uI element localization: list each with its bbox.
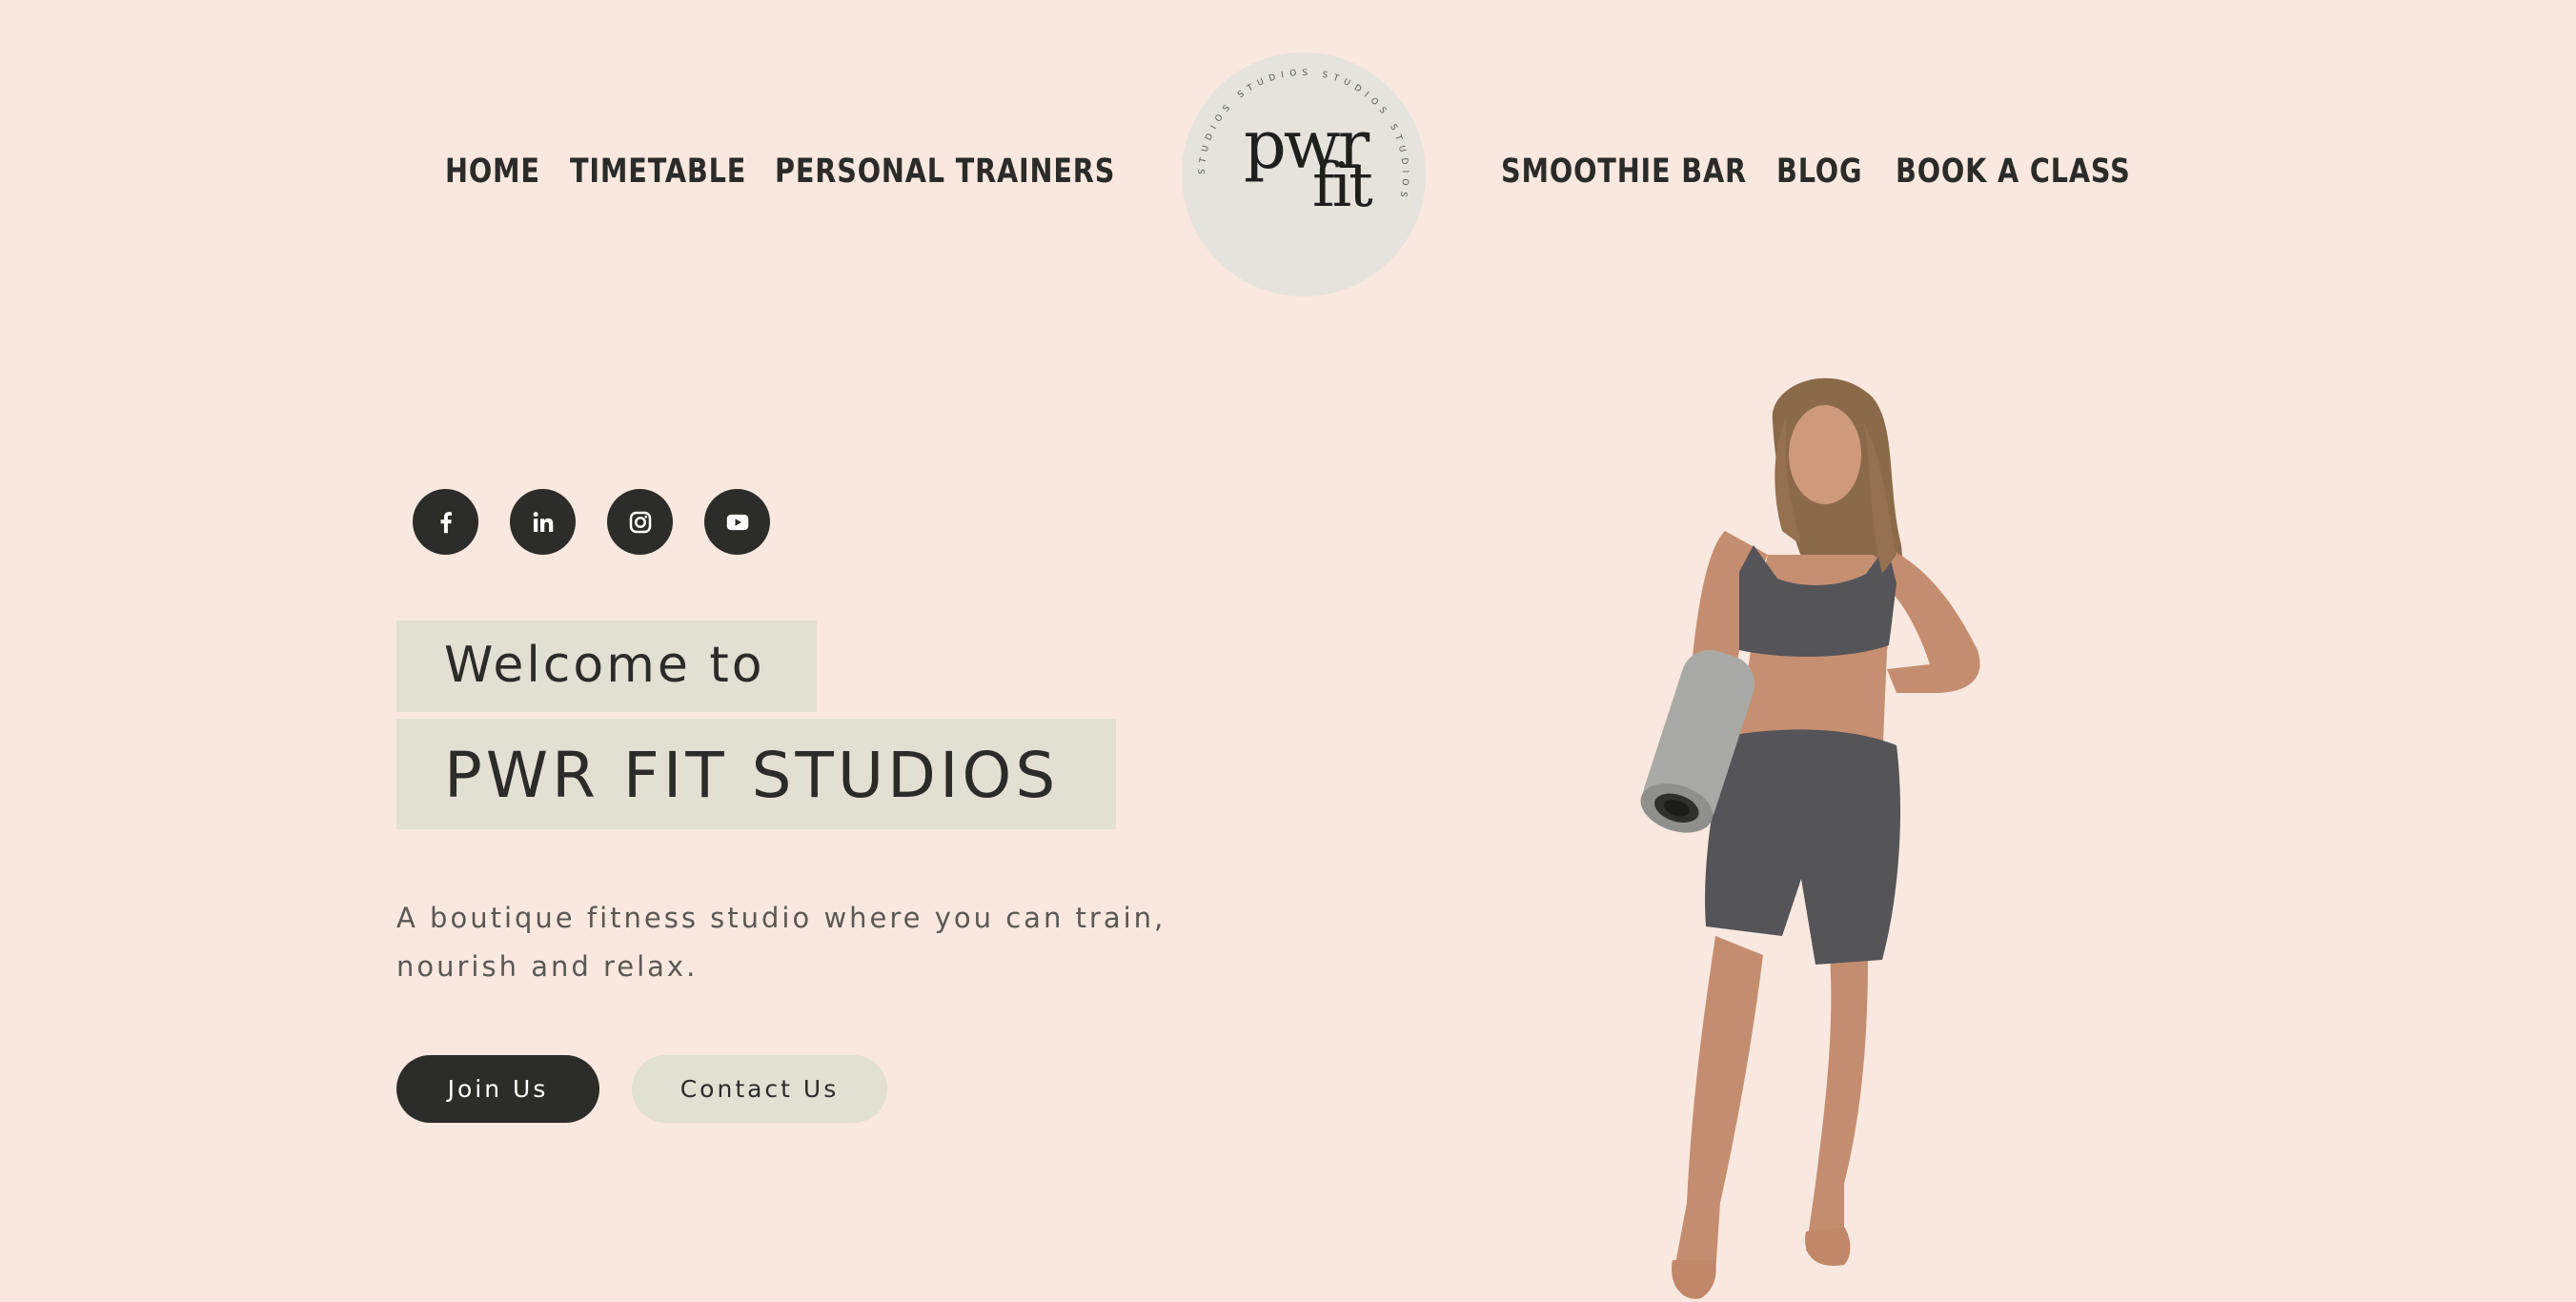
title-banner: PWR FIT STUDIOS xyxy=(396,719,1116,829)
nav-personal-trainers[interactable]: PERSONAL TRAINERS xyxy=(775,153,1115,191)
nav-blog[interactable]: BLOG xyxy=(1776,153,1862,191)
page: HOME TIMETABLE PERSONAL TRAINERS STUDIOS… xyxy=(0,0,2576,1302)
facebook-icon xyxy=(440,511,452,533)
nav-smoothie-bar[interactable]: SMOOTHIE BAR xyxy=(1501,153,1747,191)
welcome-text: Welcome to xyxy=(444,637,765,694)
linkedin-link[interactable] xyxy=(510,489,576,555)
nav-book-a-class[interactable]: BOOK A CLASS xyxy=(1896,153,2131,191)
youtube-icon xyxy=(726,514,748,530)
nav-timetable[interactable]: TIMETABLE xyxy=(570,153,746,191)
instagram-icon xyxy=(629,511,651,533)
hero-description: A boutique fitness studio where you can … xyxy=(396,902,1166,983)
hero-title: PWR FIT STUDIOS xyxy=(444,739,1060,812)
contact-us-button[interactable]: Contact Us xyxy=(632,1055,887,1123)
site-logo[interactable]: STUDIOS STUDIOS STUDIOS STUDIOS pwr fit xyxy=(1182,52,1426,296)
hero-photo-woman-with-yoga-mat xyxy=(1640,377,1980,1299)
welcome-banner: Welcome to xyxy=(396,620,817,712)
logo-word-fit: fit xyxy=(1312,151,1373,221)
linkedin-icon xyxy=(533,511,553,532)
instagram-link[interactable] xyxy=(607,489,673,555)
facebook-link[interactable] xyxy=(413,489,478,555)
youtube-link[interactable] xyxy=(704,489,770,555)
nav-home[interactable]: HOME xyxy=(445,153,540,191)
join-us-button[interactable]: Join Us xyxy=(396,1055,599,1123)
